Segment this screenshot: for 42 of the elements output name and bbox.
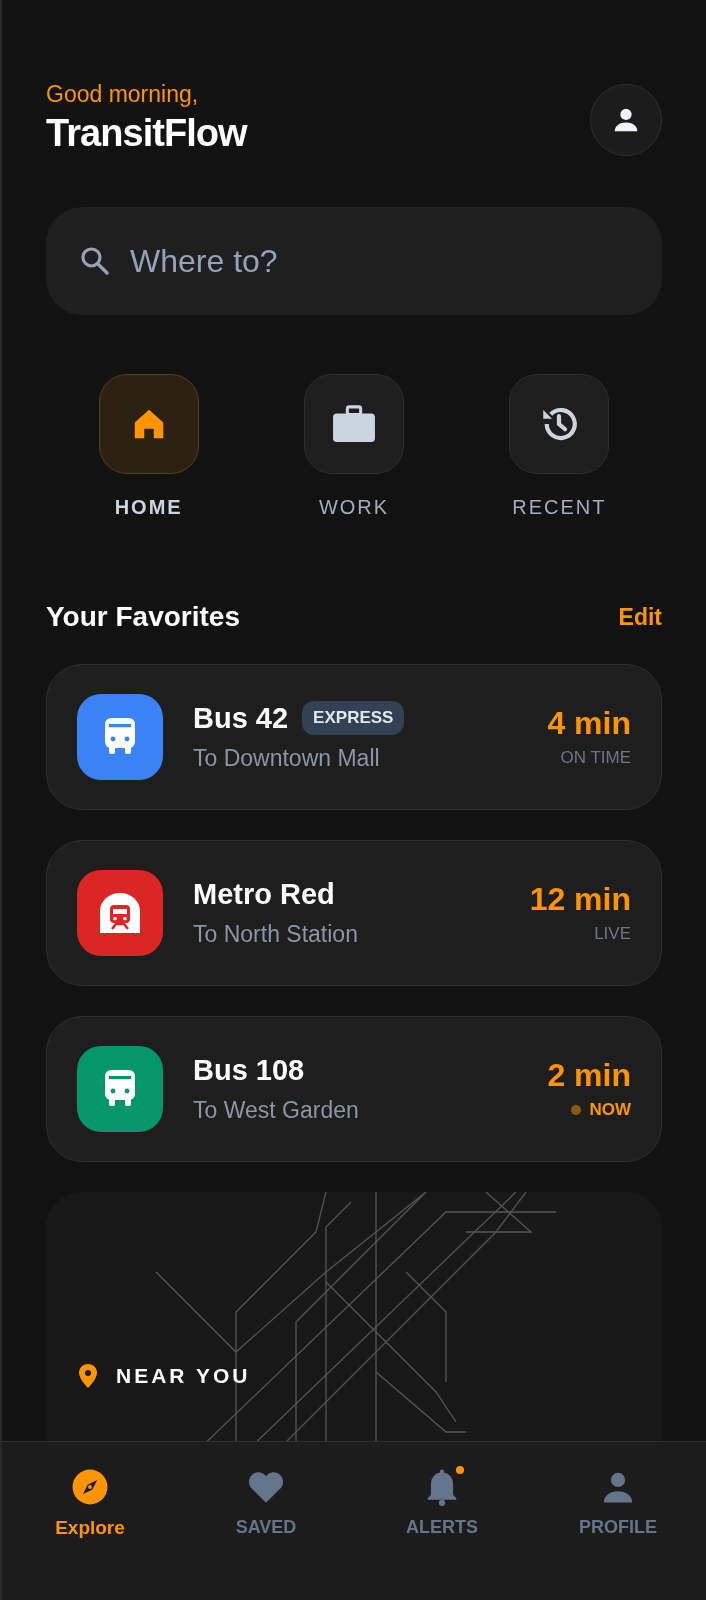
briefcase-icon [331, 404, 377, 444]
quick-action-label: RECENT [512, 495, 607, 520]
route-destination: To North Station [193, 919, 359, 949]
route-card[interactable]: Bus 42 EXPRESS To Downtown Mall 4 min ON TIME [46, 664, 662, 810]
route-name: Metro Red [193, 876, 335, 912]
bus-icon [103, 718, 137, 756]
route-name: Bus 108 [193, 1052, 305, 1088]
near-you-label: NEAR YOU [116, 1363, 251, 1389]
nav-tab[interactable]: ALERTS [354, 1468, 530, 1548]
person-icon [601, 1470, 635, 1504]
greeting-text: Good morning, [46, 80, 200, 108]
route-tag: EXPRESS [302, 701, 405, 735]
quick-action-button[interactable] [509, 374, 610, 474]
quick-action-label: WORK [318, 495, 390, 520]
route-card[interactable]: Bus 108 To West Garden 2 min NOW [46, 1016, 662, 1162]
heart-icon [247, 1469, 285, 1505]
location-pin-icon [78, 1363, 98, 1388]
status-text: LIVE [594, 923, 631, 946]
bell-icon [426, 1468, 458, 1506]
bus-icon [103, 1070, 137, 1108]
status-text: NOW [589, 1099, 631, 1122]
quick-action-label: HOME [114, 495, 183, 520]
train-icon [100, 893, 140, 933]
eta-text: 12 min [529, 880, 631, 920]
section-title: Your Favorites [46, 600, 240, 634]
route-destination: To West Garden [193, 1095, 360, 1125]
search-field[interactable]: Where to? [46, 207, 662, 315]
route-destination: To Downtown Mall [193, 743, 381, 773]
compass-icon [71, 1468, 109, 1506]
route-card[interactable]: Metro Red To North Station 12 min LIVE [46, 840, 662, 986]
app-title: TransitFlow [46, 111, 247, 156]
nav-tab[interactable]: PROFILE [530, 1468, 706, 1548]
eta-text: 4 min [547, 704, 631, 744]
eta-text: 2 min [547, 1056, 631, 1096]
route-name: Bus 42 [193, 700, 289, 736]
nav-tab[interactable]: Explore [2, 1468, 178, 1548]
status-text: ON TIME [560, 747, 631, 770]
nav-tab[interactable]: SAVED [178, 1468, 354, 1548]
edit-link[interactable]: Edit [618, 599, 662, 635]
quick-action-button[interactable] [98, 374, 199, 474]
quick-action-button[interactable] [304, 374, 404, 474]
search-icon [78, 244, 112, 278]
